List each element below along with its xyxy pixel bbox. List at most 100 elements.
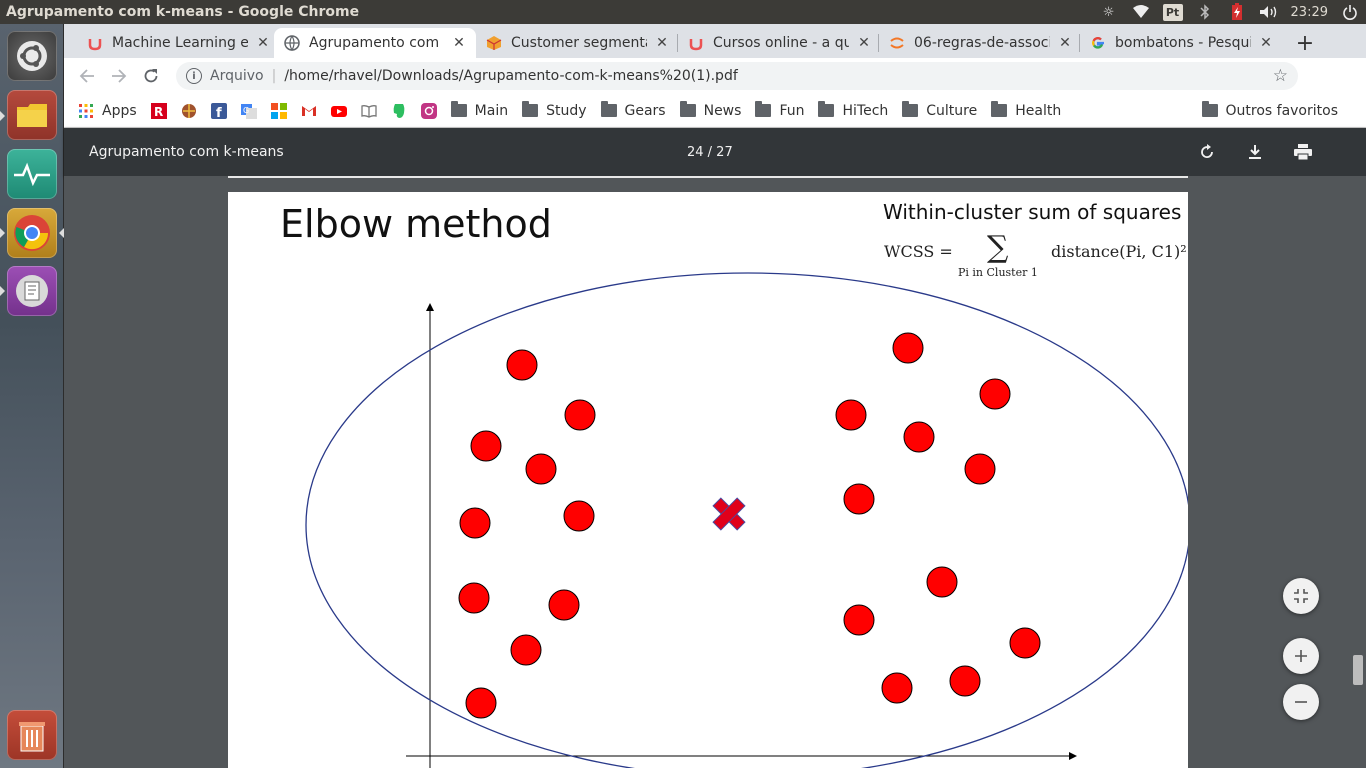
bookmark-folder-news[interactable]: News [679,101,742,119]
bookmark-apps[interactable]: Apps [78,103,137,119]
close-icon[interactable]: ✕ [452,35,466,51]
bookmark-folder-study[interactable]: Study [522,101,587,119]
new-tab-button[interactable]: + [1290,28,1320,58]
rotate-button[interactable] [1195,140,1219,164]
data-points [458,332,1041,719]
document-viewer-launcher[interactable] [7,266,57,316]
ubuntu-dash-button[interactable] [7,31,57,81]
trash-launcher[interactable] [7,710,57,760]
url-text[interactable]: /home/rhavel/Downloads/Agrupamento-com-k… [284,68,737,84]
data-point [525,453,557,485]
bookmark-site[interactable] [301,103,317,119]
bookmark-folder-other[interactable]: Outros favoritos [1201,101,1338,119]
tab-regras-de-associacao[interactable]: 06-regras-de-associa ✕ [879,28,1082,58]
udemy-icon [688,35,704,51]
folder-icon [1201,101,1218,117]
tab-machine-learning[interactable]: Machine Learning e ✕ [77,28,280,58]
download-icon [1249,145,1261,159]
tab-bombatons-search[interactable]: bombatons - Pesqui ✕ [1080,28,1283,58]
bookmark-label: Gears [624,102,666,119]
bookmark-label: Main [474,102,509,119]
download-button[interactable] [1243,140,1267,164]
tab-customer-segmentation[interactable]: Customer segmenta ✕ [476,28,679,58]
data-point [1009,627,1041,659]
bookmark-site[interactable]: R [150,102,167,119]
tab-agrupamento[interactable]: Agrupamento com k ✕ [274,28,476,58]
window-title: Agrupamento com k-means - Google Chrome [6,4,360,20]
clock[interactable]: 23:29 [1291,5,1328,20]
bookmark-site[interactable] [420,102,437,119]
system-tray: ☼ Pt 23:29 [1099,3,1360,21]
youtube-icon [330,103,347,119]
bookmark-site[interactable] [330,103,347,119]
power-icon[interactable] [1340,3,1360,21]
bookmark-site[interactable] [361,103,377,119]
back-button[interactable] [71,60,103,92]
close-icon[interactable]: ✕ [857,35,871,51]
print-button[interactable] [1291,140,1315,164]
folder-icon [600,101,617,117]
files-launcher[interactable] [7,90,57,140]
data-point [903,421,935,453]
info-icon[interactable]: i [186,68,202,84]
activity-pulse-icon [14,162,50,186]
arrow-right-icon [112,69,127,83]
bookmark-folder-main[interactable]: Main [450,101,509,119]
tab-cursos-online[interactable]: Cursos online - a qu ✕ [678,28,881,58]
bookmark-site[interactable] [391,103,407,119]
close-icon[interactable]: ✕ [655,35,669,51]
volume-icon[interactable] [1259,3,1279,21]
translate-icon: G [240,103,257,119]
system-monitor-launcher[interactable] [7,149,57,199]
reload-button[interactable] [135,60,167,92]
bookmark-label: News [703,102,742,119]
udemy-icon [87,35,103,51]
bookmark-site[interactable]: G [240,103,257,119]
star-icon[interactable]: ☆ [1273,66,1288,86]
folder-icon [818,101,835,117]
fit-page-button[interactable] [1283,578,1319,614]
pdf-viewport[interactable]: Elbow method Within-cluster sum of squar… [64,176,1366,768]
apps-grid-icon [78,103,94,119]
folder-icon [755,101,772,117]
folder-icon [450,101,467,117]
data-point [470,430,502,462]
brightness-icon[interactable]: ☼ [1099,3,1119,21]
bookmark-folder-fun[interactable]: Fun [755,101,804,119]
bookmark-site[interactable]: f [210,102,227,119]
bookmark-folder-gears[interactable]: Gears [600,101,666,119]
address-bar[interactable]: i Arquivo | /home/rhavel/Downloads/Agrup… [176,62,1298,90]
box-icon [486,35,502,51]
bookmark-folder-health[interactable]: Health [991,101,1062,119]
chrome-launcher[interactable] [7,208,57,258]
page-indicator[interactable]: 24 / 27 [687,145,733,160]
tab-label: Agrupamento com k [309,35,445,51]
bookmark-label: Health [1015,102,1062,119]
launcher [0,24,64,768]
wifi-icon[interactable] [1131,3,1151,21]
bookmark-folder-hitech[interactable]: HiTech [818,101,888,119]
minus-icon [1295,701,1307,703]
bluetooth-icon[interactable] [1195,3,1215,21]
forward-button[interactable] [103,60,135,92]
data-point [506,349,538,381]
scrollbar-thumb[interactable] [1353,655,1363,685]
close-icon[interactable]: ✕ [1058,35,1072,51]
data-point [881,672,913,704]
data-point [510,634,542,666]
svg-text:R: R [154,105,163,119]
zoom-in-button[interactable] [1283,638,1319,674]
data-point [564,399,596,431]
bookmark-site[interactable] [270,102,287,119]
keyboard-layout-indicator[interactable]: Pt [1162,3,1183,21]
bookmark-site[interactable] [181,103,197,119]
tab-label: Customer segmenta [511,35,647,51]
running-indicator [0,111,5,121]
bookmark-folder-culture[interactable]: Culture [902,101,977,119]
zoom-out-button[interactable] [1283,684,1319,720]
close-icon[interactable]: ✕ [1259,35,1273,51]
battery-icon[interactable] [1227,3,1247,21]
close-icon[interactable]: ✕ [256,35,270,51]
folder-icon [17,104,47,127]
tab-label: Cursos online - a qu [713,35,849,51]
